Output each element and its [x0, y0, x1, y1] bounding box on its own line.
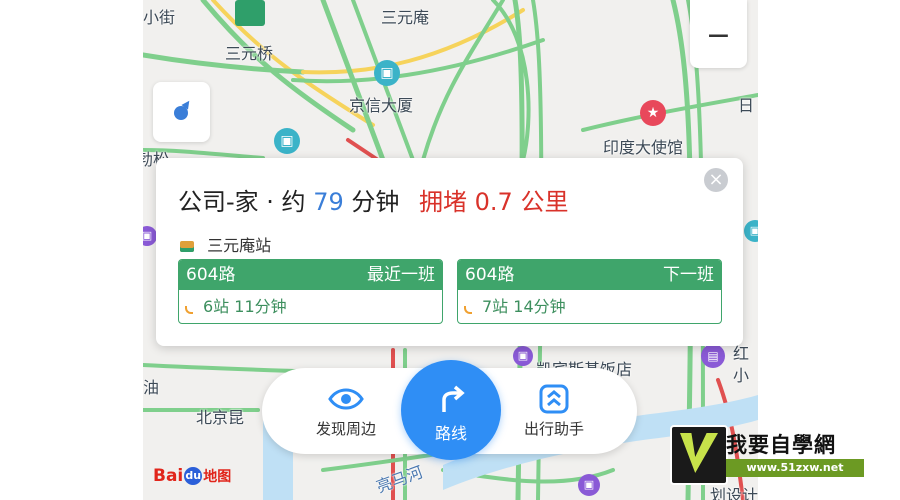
realtime-signal-icon [185, 306, 193, 314]
label-you: 油 [143, 378, 160, 397]
commute-minutes-unit: 分钟 [351, 188, 400, 216]
bus-arrival-info: 7站 14分钟 [482, 297, 566, 316]
commute-title-prefix: 公司-家 · 约 [178, 188, 306, 216]
label-sanyuanan: 三元庵 [381, 8, 430, 27]
hotel-icon[interactable]: ▣ [513, 346, 533, 366]
screenshot-root: ▣ ▣ ★ ▣ ▤ ▣ ▣ ▣ 三元桥 三元庵 京信大厦 印度大使馆 北京昆 亮… [0, 0, 900, 500]
close-button[interactable]: × [704, 168, 728, 192]
label-sanyuanqiao: 三元桥 [225, 44, 274, 63]
bus-arrival-info: 6站 11分钟 [203, 297, 287, 316]
eye-icon [328, 388, 364, 410]
zoom-out-icon: − [705, 18, 732, 53]
subway-station-icon[interactable] [235, 0, 265, 26]
assistant-icon [539, 384, 569, 414]
discover-nearby-label: 发现周边 [315, 420, 376, 438]
bus-stop-name: 三元庵站 [207, 236, 272, 255]
zoom-out-button[interactable]: − [690, 0, 747, 68]
commute-minutes: 79 [313, 188, 344, 216]
close-icon: × [708, 169, 724, 190]
label-jingxin: 京信大厦 [349, 96, 414, 115]
route-arrow-icon [442, 385, 465, 412]
bus-card-next[interactable]: 604路 下一班 7站 14分钟 [457, 259, 722, 324]
bus-stop[interactable]: 三元庵站 [180, 232, 271, 256]
commute-info-card[interactable]: 公司-家 · 约 79 分钟 拥堵 0.7 公里 × 三元庵站 604路 最近一… [156, 158, 743, 346]
logo-text-ditu: 地图 [203, 469, 232, 485]
logo-text-bai: Bai [153, 466, 184, 486]
shopping-icon[interactable]: ▤ [701, 344, 725, 368]
label-beijing-kun: 北京昆 [196, 408, 245, 427]
label-xiaojie: 小街 [143, 8, 176, 27]
building-icon[interactable]: ▣ [374, 60, 400, 86]
bus-stop-icon [180, 241, 194, 252]
label-xiao: 小 [733, 366, 750, 385]
baidu-map-logo: Bai du 地图 [153, 466, 231, 486]
hotel-icon[interactable]: ▣ [578, 474, 600, 496]
congestion-text: 拥堵 0.7 公里 [419, 188, 569, 216]
watermark-logo-icon [670, 425, 728, 485]
watermark-url: www.51zxw.net [726, 459, 864, 477]
bus-route: 604路 [186, 265, 236, 285]
route-button[interactable]: 路线 [401, 360, 501, 460]
travel-assistant-button[interactable]: 出行助手 [514, 384, 594, 439]
watermark: 我要自學網 www.51zxw.net [670, 425, 870, 485]
embassy-star-icon[interactable]: ★ [640, 100, 666, 126]
travel-assistant-label: 出行助手 [523, 420, 584, 438]
realtime-signal-icon [464, 306, 472, 314]
bus-tag: 最近一班 [367, 265, 435, 285]
bus-route: 604路 [465, 265, 515, 285]
compass-button[interactable] [153, 82, 210, 142]
route-label: 路线 [434, 424, 467, 443]
bus-card-first[interactable]: 604路 最近一班 6站 11分钟 [178, 259, 443, 324]
watermark-title: 我要自學網 [726, 433, 836, 457]
discover-nearby-button[interactable]: 发现周边 [306, 384, 386, 439]
label-ri: 日 [738, 96, 755, 115]
label-indian-embassy: 印度大使馆 [603, 138, 684, 157]
building-icon[interactable]: ▣ [274, 128, 300, 154]
bus-tag: 下一班 [663, 265, 714, 285]
logo-paw-icon: du [184, 467, 203, 485]
commute-title: 公司-家 · 约 79 分钟 拥堵 0.7 公里 [178, 182, 568, 217]
